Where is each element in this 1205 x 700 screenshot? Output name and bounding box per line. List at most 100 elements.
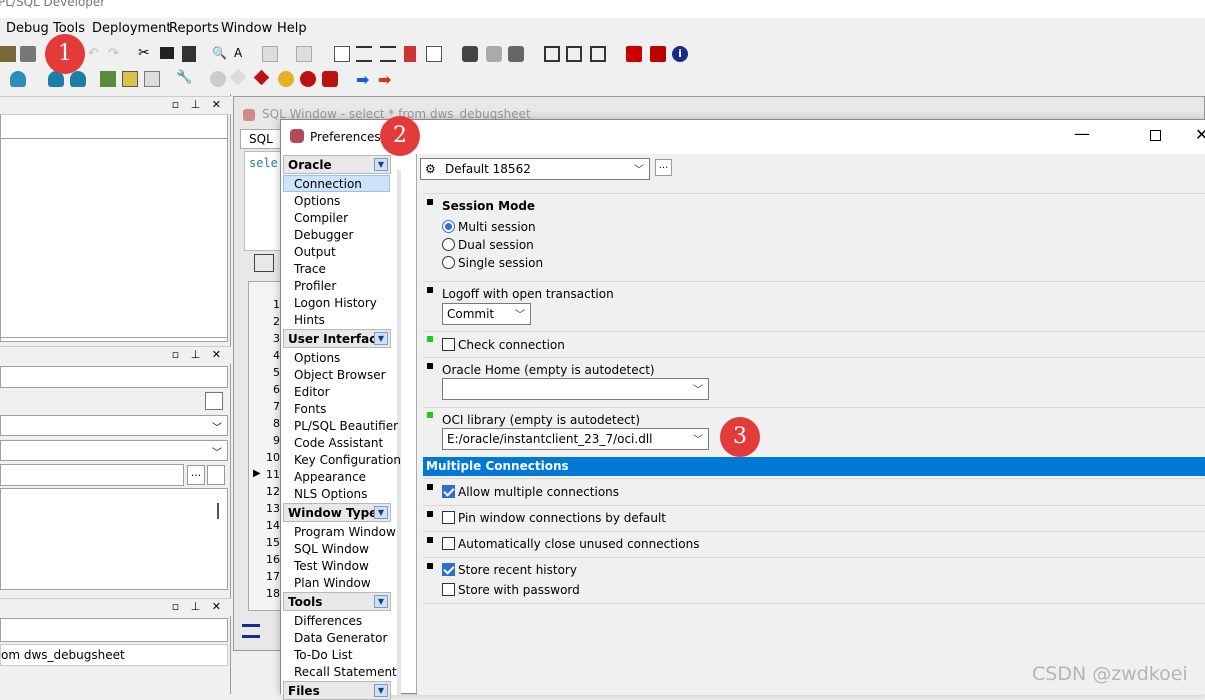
pdf-help-icon[interactable] [650,46,666,62]
oracle-icon[interactable] [626,46,642,62]
nav-item-compiler[interactable]: Compiler [294,211,348,228]
cut-icon[interactable]: ✂ [138,45,154,61]
nav-item-key-configuration[interactable]: Key Configuration [294,453,401,470]
nav-item-test-window[interactable]: Test Window [294,559,369,576]
tile-horizontal-icon[interactable] [566,46,582,62]
menu-deployment[interactable]: Deployment [92,21,172,36]
uppercase-icon[interactable] [404,46,416,62]
minimize-button[interactable]: — [1074,124,1090,143]
nav-item-differences[interactable]: Differences [294,614,362,631]
nav-item-ui-options[interactable]: Options [294,351,340,368]
nav-item-recall-statement[interactable]: Recall Statement [294,665,397,682]
execute-icon[interactable] [334,46,350,62]
debug-run-icon[interactable] [322,71,338,87]
info-icon[interactable]: i [672,46,688,62]
browse-button[interactable]: ... [187,465,205,485]
nav-item-data-generator[interactable]: Data Generator [294,631,387,648]
filter-combo[interactable]: ﹀ [0,415,228,436]
arrow-right-blue-icon[interactable]: ➡ [356,70,372,89]
store-history-checkbox[interactable] [442,563,455,576]
find-icon[interactable]: 🔍 [212,46,228,62]
nav-item-object-browser[interactable]: Object Browser [294,368,386,385]
wrench-icon[interactable]: 🔧 [176,70,192,86]
db-connect-icon[interactable] [10,71,26,87]
lowercase-icon[interactable] [426,46,442,62]
nav-item-appearance[interactable]: Appearance [294,470,366,487]
menu-reports[interactable]: Reports [169,21,219,36]
report-icon[interactable] [144,71,160,87]
nav-item-code-assistant[interactable]: Code Assistant [294,436,383,453]
menu-debug[interactable]: Debug [6,21,49,36]
chevron-down-icon[interactable]: ▼ [374,332,388,345]
radio-multi-session[interactable] [442,220,455,233]
nav-item-logon-history[interactable]: Logon History [294,296,377,313]
debug-start-icon[interactable] [210,71,226,87]
oci-library-combo[interactable]: E:/oracle/instantclient_23_7/oci.dll ﹀ [442,428,709,450]
owner-combo[interactable]: ﹀ [0,440,228,461]
tab-sql[interactable]: SQL [240,129,285,149]
store-history-label[interactable]: Store recent history [458,563,577,577]
nav-item-program-window[interactable]: Program Window [294,525,396,542]
check-connection-checkbox[interactable] [442,338,455,351]
filter-toggle-button[interactable] [205,392,223,410]
debug-step-out-icon[interactable] [300,71,316,87]
db-log-icon[interactable] [70,71,86,87]
nav-item-fonts[interactable]: Fonts [294,402,326,419]
tile-vertical-icon[interactable] [590,46,606,62]
undo-icon[interactable]: ↶ [88,46,104,62]
scrollbar-thumb[interactable] [217,503,219,519]
rollback-icon[interactable] [508,46,524,62]
templates-field[interactable] [0,618,228,642]
session-icon[interactable] [462,46,478,62]
radio-single-session-label[interactable]: Single session [458,256,543,270]
redo-icon[interactable]: ↷ [108,46,124,62]
window-entry[interactable]: om dws_debugsheet [0,644,228,666]
panel-controls-icon[interactable]: ▫ ⊥ ✕ [172,600,225,613]
radio-single-session[interactable] [442,256,455,269]
menu-window[interactable]: Window [221,21,272,36]
chevron-down-icon[interactable]: ▼ [374,684,388,697]
sql-editor[interactable]: sele [244,151,284,251]
pin-connections-checkbox[interactable] [442,511,455,524]
print-icon[interactable] [20,46,36,62]
unindent-icon[interactable] [380,46,396,62]
nav-item-output[interactable]: Output [294,245,336,262]
template-icon[interactable] [122,71,138,87]
save-icon[interactable] [0,46,16,62]
nav-item-sql-window[interactable]: SQL Window [294,542,369,559]
paste-icon[interactable] [182,46,196,62]
chevron-down-icon[interactable]: ▼ [374,595,388,608]
logoff-combo[interactable]: Commit ﹀ [442,303,531,325]
nav-item-plsql-beautifier[interactable]: PL/SQL Beautifier [294,419,398,436]
debug-step-into-icon[interactable] [278,71,294,87]
maximize-button[interactable] [1150,130,1161,141]
allow-multiple-checkbox[interactable] [442,485,455,498]
store-password-checkbox[interactable] [442,583,455,596]
panel-controls-icon[interactable]: ▫ ⊥ ✕ [172,348,225,361]
store-password-label[interactable]: Store with password [458,583,580,597]
window-list[interactable] [0,488,228,590]
pin-connections-label[interactable]: Pin window connections by default [458,511,666,525]
nav-item-options[interactable]: Options [294,194,340,211]
debug-step-icon[interactable] [253,69,270,86]
object-tree[interactable] [0,138,228,338]
auto-close-checkbox[interactable] [442,537,455,550]
nav-item-hints[interactable]: Hints [294,313,325,330]
copy-icon[interactable] [160,47,174,59]
check-connection-label[interactable]: Check connection [458,338,565,352]
wizard-icon[interactable] [100,71,116,87]
nav-category-user-interface[interactable]: User Interface ▼ [283,329,391,348]
replace-icon[interactable]: A [234,46,250,62]
nav-item-profiler[interactable]: Profiler [294,279,336,296]
find-field[interactable] [0,464,184,486]
browse-forward-icon[interactable] [296,46,312,62]
nav-item-todo-list[interactable]: To-Do List [294,648,353,665]
nav-item-nls-options[interactable]: NLS Options [294,487,367,504]
commit-icon[interactable] [486,46,502,62]
indent-icon[interactable] [356,46,372,62]
radio-multi-session-label[interactable]: Multi session [458,220,536,234]
oracle-home-combo[interactable]: ﹀ [442,378,709,400]
radio-dual-session-label[interactable]: Dual session [458,238,534,252]
allow-multiple-label[interactable]: Allow multiple connections [458,485,619,499]
arrow-right-red-icon[interactable]: ➡ [378,70,394,89]
